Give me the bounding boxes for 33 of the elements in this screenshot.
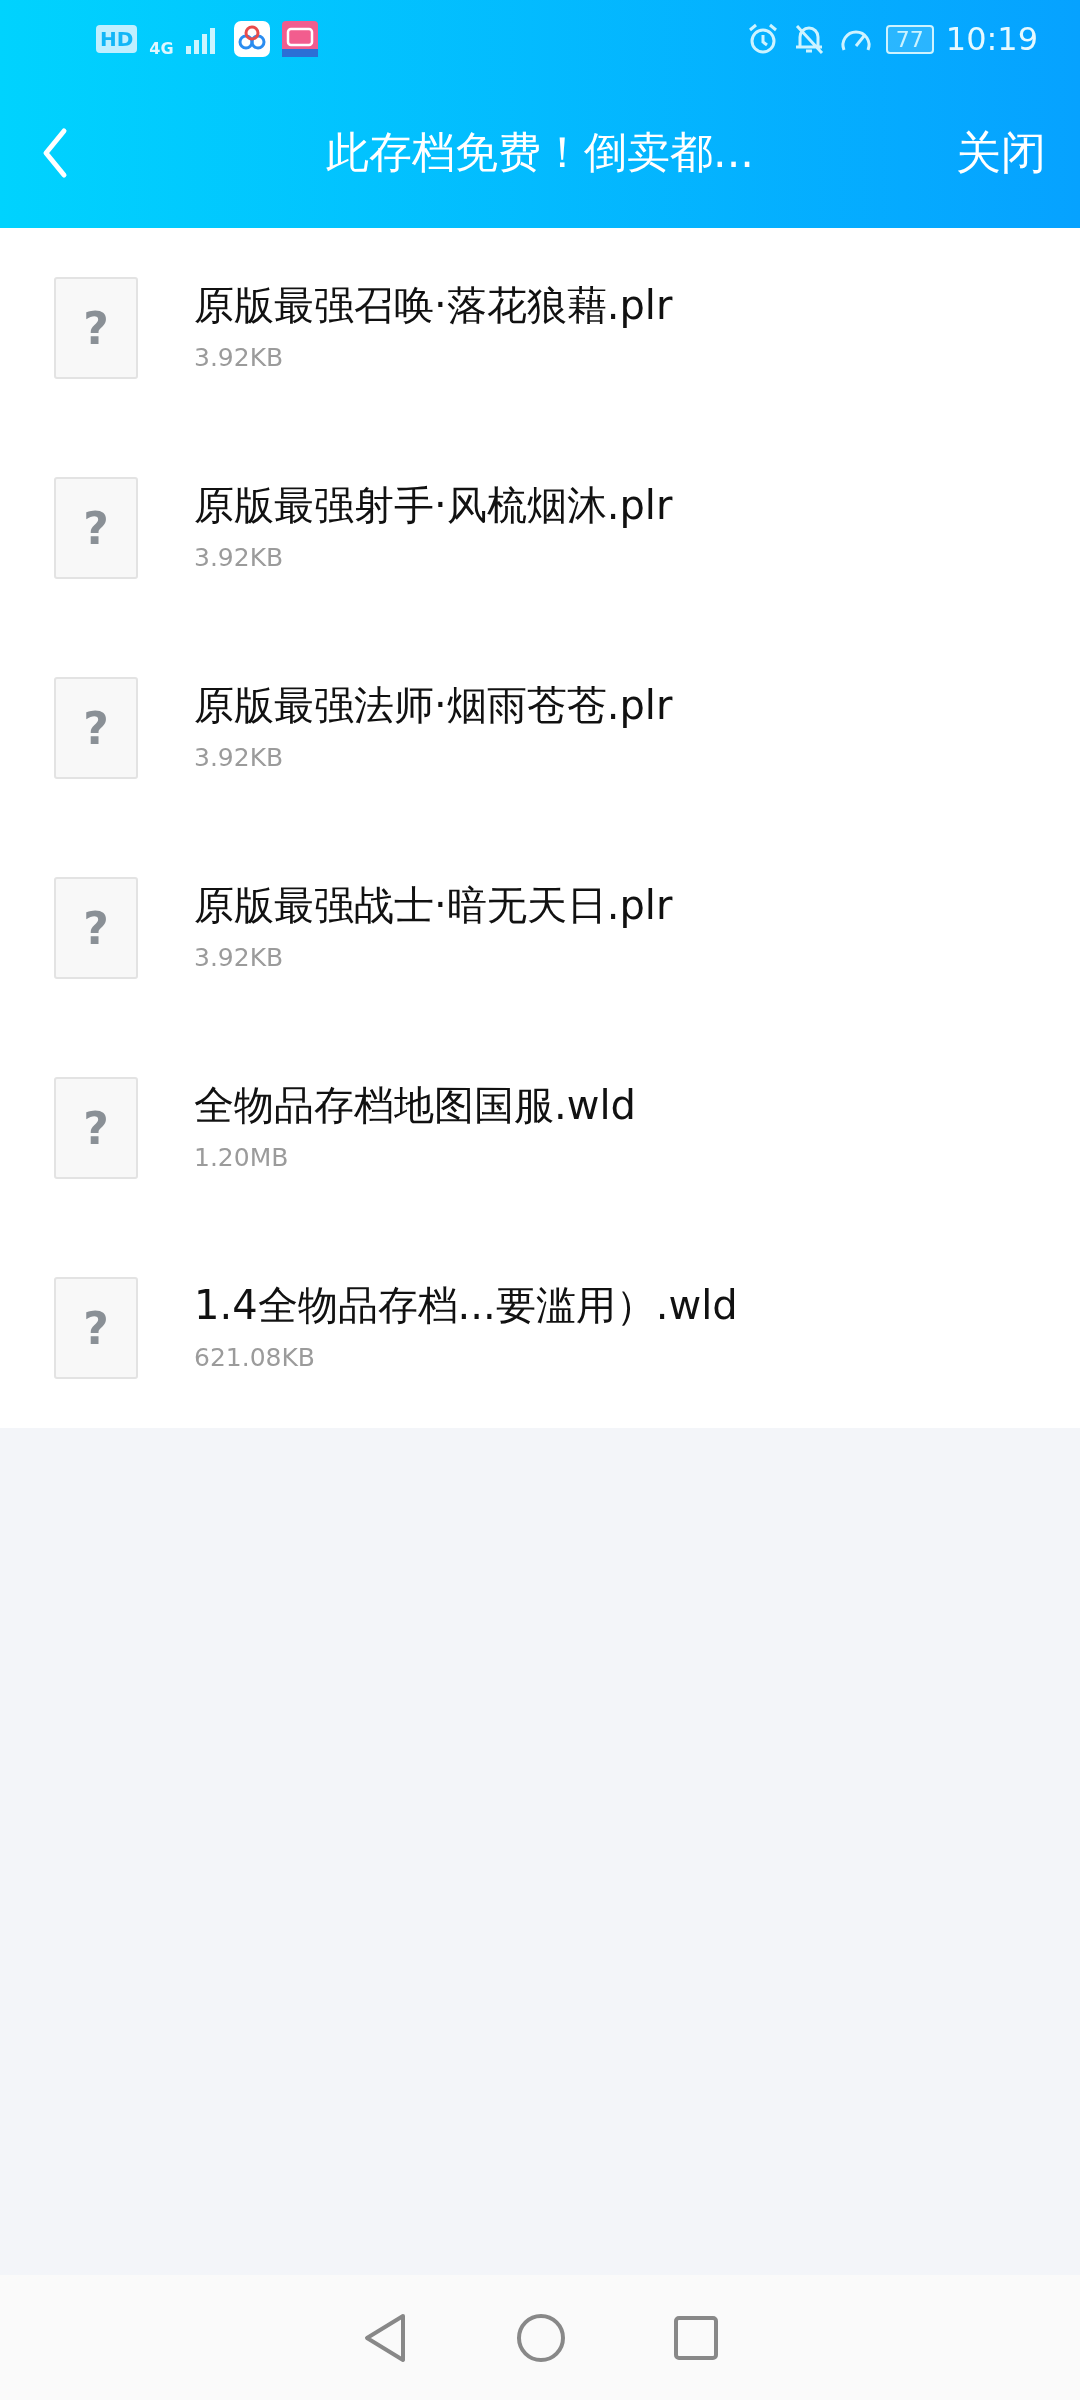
recents-nav-icon[interactable] (673, 2314, 719, 2361)
battery-indicator: 77 (885, 24, 934, 54)
file-item[interactable]: ? 原版最强战士·暗无天日.plr 3.92KB (0, 828, 1080, 1028)
page-title: 此存档免费！倒卖都... (325, 126, 755, 179)
file-size: 3.92KB (194, 743, 285, 772)
cloud-app-icon (233, 21, 270, 57)
file-name: 原版最强法师·烟雨苍苍.plr (194, 681, 673, 730)
network-type: 4G (149, 38, 174, 58)
home-nav-icon[interactable] (515, 2311, 567, 2364)
clock-time: 10:19 (945, 20, 1038, 58)
file-name: 原版最强召唤·落花狼藉.plr (194, 281, 673, 330)
file-size: 1.20MB (194, 1143, 290, 1172)
file-name: 原版最强射手·风梳烟沐.plr (194, 481, 673, 530)
file-item[interactable]: ? 全物品存档地图国服.wld 1.20MB (0, 1028, 1080, 1228)
unknown-file-icon: ? (54, 1277, 138, 1379)
file-item[interactable]: ? 原版最强法师·烟雨苍苍.plr 3.92KB (0, 628, 1080, 828)
file-name: 原版最强战士·暗无天日.plr (194, 881, 673, 930)
file-size: 621.08KB (194, 1343, 317, 1372)
file-name: 1.4全物品存档...要滥用）.wld (194, 1281, 738, 1330)
unknown-file-icon: ? (54, 277, 138, 379)
unknown-file-icon: ? (54, 677, 138, 779)
file-item[interactable]: ? 原版最强召唤·落花狼藉.plr 3.92KB (0, 228, 1080, 428)
file-item[interactable]: ? 1.4全物品存档...要滥用）.wld 621.08KB (0, 1228, 1080, 1428)
unknown-file-icon: ? (54, 1077, 138, 1179)
file-size: 3.92KB (194, 343, 285, 372)
file-item[interactable]: ? 原版最强射手·风梳烟沐.plr 3.92KB (0, 428, 1080, 628)
file-size: 3.92KB (194, 543, 285, 572)
unknown-file-icon: ? (54, 877, 138, 979)
file-size: 3.92KB (194, 943, 285, 972)
unknown-file-icon: ? (54, 477, 138, 579)
file-name: 全物品存档地图国服.wld (194, 1081, 636, 1130)
hd-badge: HD (96, 25, 138, 53)
tv-app-icon (281, 21, 318, 57)
